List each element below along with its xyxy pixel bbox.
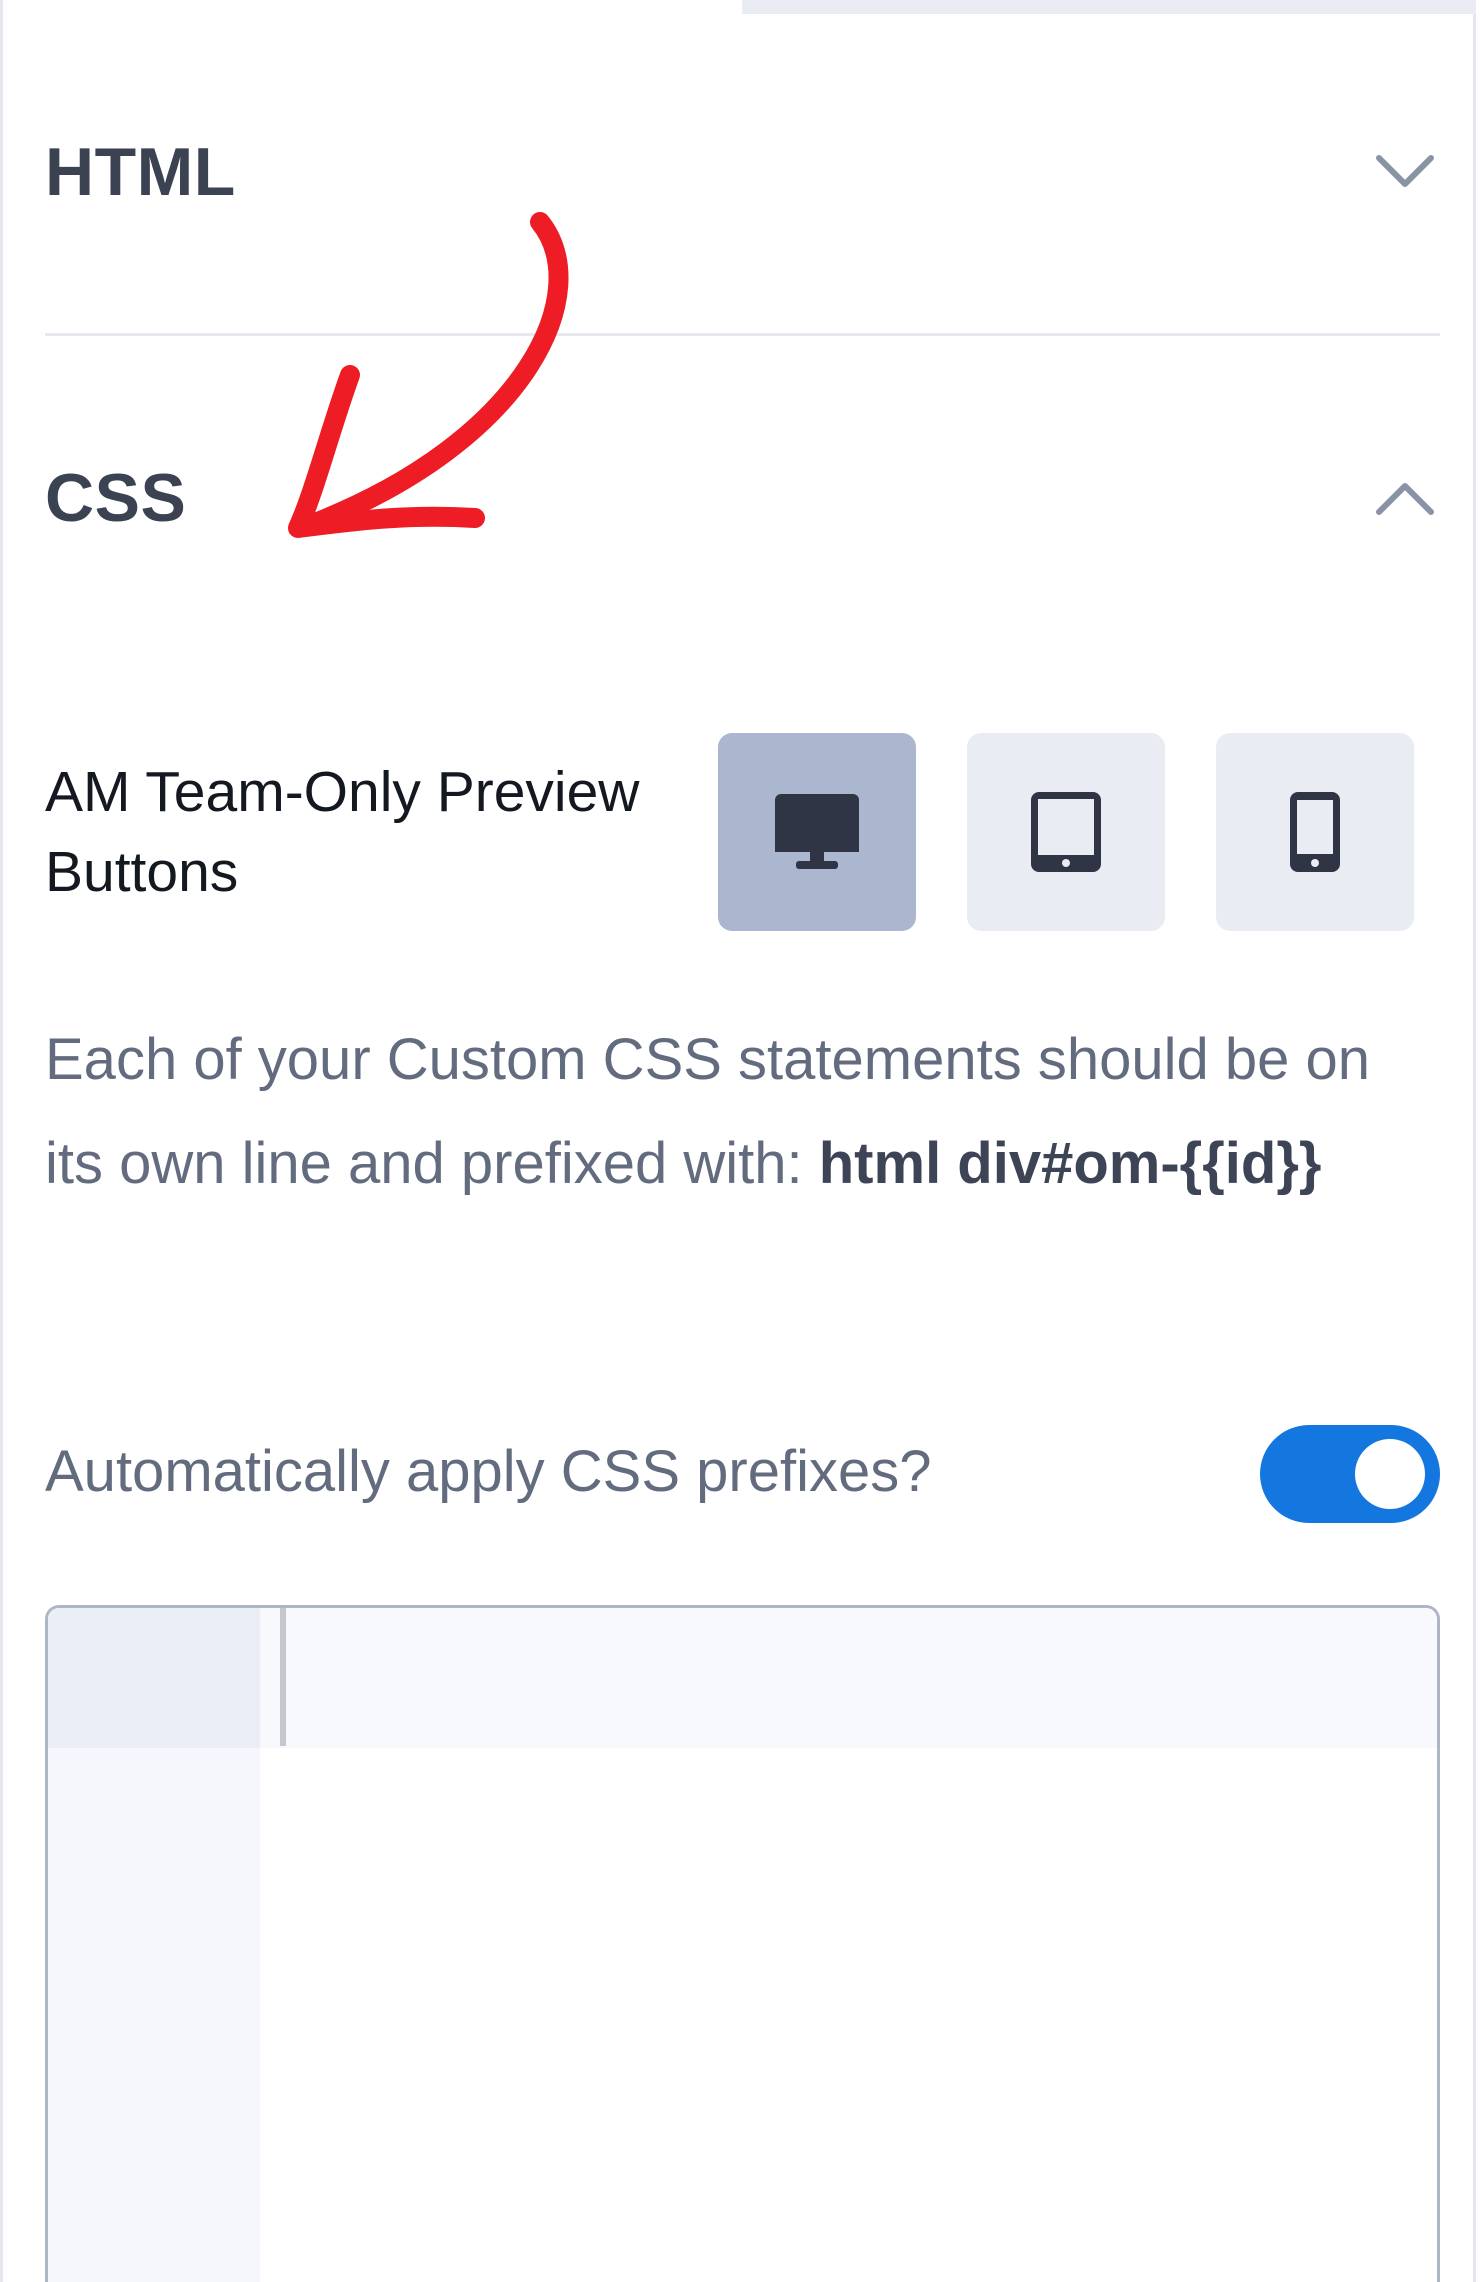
preview-tablet-button[interactable] [967, 733, 1165, 931]
mobile-icon [1290, 792, 1340, 872]
section-header-css[interactable]: CSS [45, 438, 1440, 558]
chevron-up-icon[interactable] [1370, 463, 1440, 533]
preview-mobile-button[interactable] [1216, 733, 1414, 931]
desktop-icon [775, 794, 859, 869]
css-help-text: Each of your Custom CSS statements shoul… [45, 1008, 1440, 1216]
section-divider [45, 333, 1440, 336]
prefix-toggle-label: Automatically apply CSS prefixes? [45, 1439, 932, 1504]
css-code-editor[interactable]: 1 [45, 1605, 1440, 2282]
tablet-icon [1031, 792, 1101, 872]
prefix-toggle[interactable] [1260, 1425, 1440, 1523]
editor-active-line[interactable] [260, 1608, 1437, 1748]
toggle-knob [1355, 1439, 1425, 1509]
css-prefix-code: html div#om-{{id}} [818, 1131, 1322, 1196]
section-title-css: CSS [45, 460, 187, 536]
editor-gutter-active-line [48, 1608, 260, 1748]
preview-buttons-label: AM Team-Only Preview Buttons [45, 760, 640, 904]
top-strip [742, 0, 1476, 14]
section-title-html: HTML [45, 134, 236, 210]
section-header-html[interactable]: HTML [45, 112, 1440, 232]
text-cursor [280, 1608, 286, 1746]
chevron-down-icon[interactable] [1370, 137, 1440, 207]
preview-desktop-button[interactable] [718, 733, 916, 931]
